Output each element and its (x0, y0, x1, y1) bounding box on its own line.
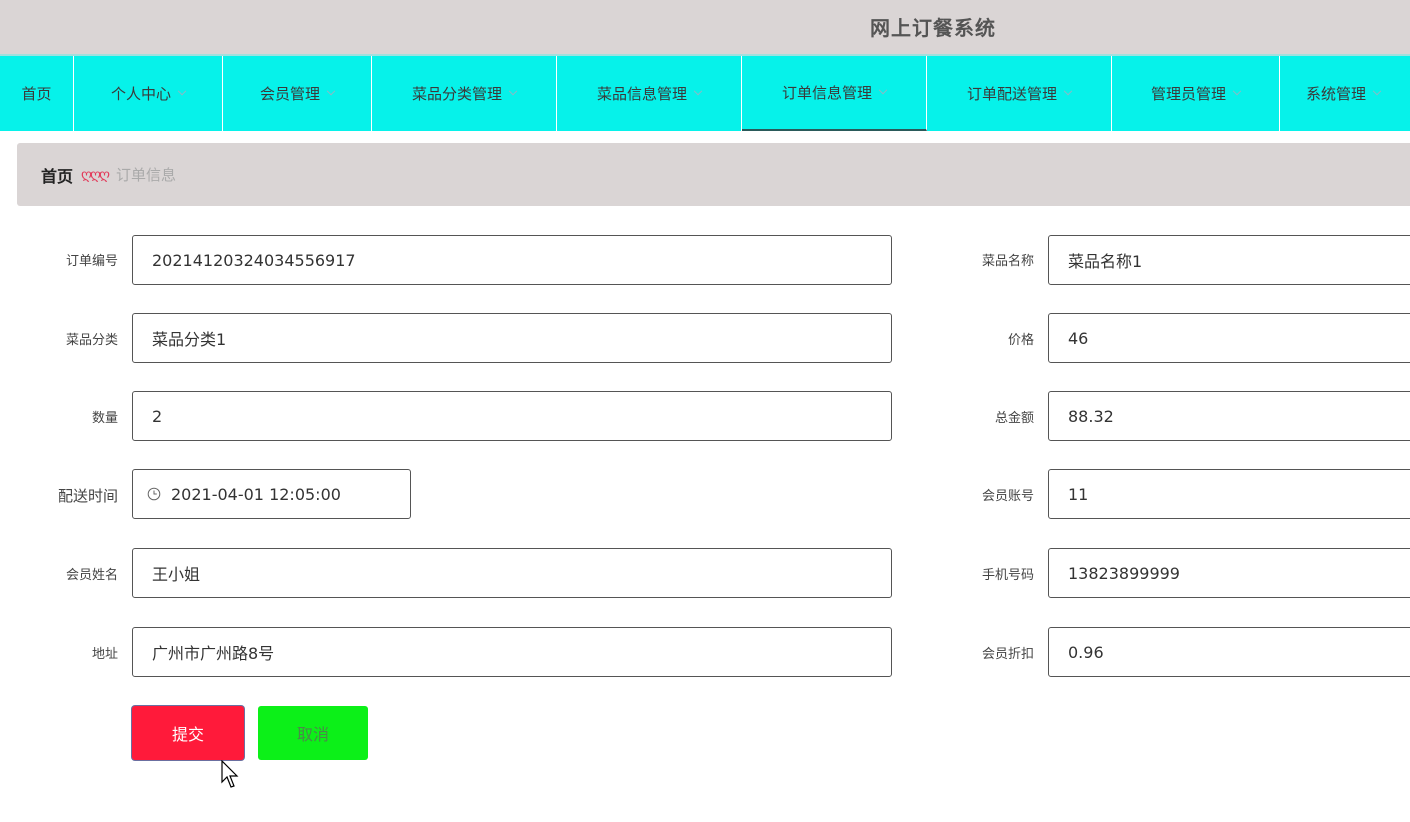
nav-item-order-delivery-management[interactable]: 订单配送管理 (927, 56, 1112, 131)
member-account-label: 会员账号 (981, 489, 1034, 504)
page-footer-area (0, 803, 1410, 822)
nav-item-label: 订单信息管理 (781, 84, 872, 102)
price-label: 价格 (1007, 333, 1034, 348)
dish-name-input[interactable] (1048, 235, 1410, 285)
nav-item-label: 管理员管理 (1150, 85, 1226, 103)
submit-button[interactable]: 提交 (132, 706, 244, 760)
phone-input[interactable] (1048, 548, 1410, 598)
chevron-down-icon (326, 86, 336, 95)
delivery-time-value: 2021-04-01 12:05:00 (171, 484, 341, 504)
breadcrumb: 首页 ღღღ 订单信息 (17, 143, 1410, 206)
nav-item-label: 菜品分类管理 (411, 85, 502, 103)
quantity-input[interactable] (132, 391, 892, 441)
member-discount-label: 会员折扣 (981, 647, 1034, 662)
chevron-down-icon (1372, 86, 1382, 95)
address-label: 地址 (91, 647, 118, 662)
title-bar: 网上订餐系统 (0, 0, 1410, 54)
chevron-down-icon (508, 86, 518, 95)
total-amount-input[interactable] (1048, 391, 1410, 441)
nav-item-personal-center[interactable]: 个人中心 (74, 56, 223, 131)
main-nav: 首页 个人中心 会员管理 菜品分类管理 菜品信息管理 订单信息管理 订单配送管理… (0, 54, 1410, 131)
dish-category-input[interactable] (132, 313, 892, 363)
nav-item-member-management[interactable]: 会员管理 (223, 56, 372, 131)
cancel-button[interactable]: 取消 (258, 706, 368, 760)
nav-item-label: 首页 (21, 85, 52, 103)
chevron-down-icon (1063, 86, 1073, 95)
dish-name-label: 菜品名称 (981, 254, 1034, 269)
address-input[interactable] (132, 627, 892, 677)
price-input[interactable] (1048, 313, 1410, 363)
breadcrumb-home[interactable]: 首页 (41, 163, 73, 187)
nav-item-home[interactable]: 首页 (0, 56, 74, 131)
nav-item-label: 菜品信息管理 (596, 85, 687, 103)
chevron-down-icon (878, 85, 888, 94)
member-discount-input[interactable] (1048, 627, 1410, 677)
member-name-label: 会员姓名 (65, 568, 118, 583)
nav-item-label: 系统管理 (1306, 85, 1367, 103)
delivery-time-picker[interactable]: 2021-04-01 12:05:00 (132, 469, 411, 519)
total-amount-label: 总金额 (994, 411, 1034, 426)
breadcrumb-separator-icon: ღღღ (81, 166, 110, 183)
mouse-cursor-icon (221, 760, 239, 788)
clock-icon (147, 487, 161, 501)
nav-item-dish-category-management[interactable]: 菜品分类管理 (372, 56, 557, 131)
member-account-input[interactable] (1048, 469, 1410, 519)
nav-item-label: 订单配送管理 (966, 85, 1057, 103)
nav-item-label: 会员管理 (259, 85, 320, 103)
chevron-down-icon (693, 86, 703, 95)
breadcrumb-current: 订单信息 (116, 166, 177, 184)
chevron-down-icon (177, 86, 187, 95)
nav-item-label: 个人中心 (110, 85, 171, 103)
quantity-label: 数量 (91, 411, 118, 426)
nav-item-order-info-management[interactable]: 订单信息管理 (742, 56, 927, 131)
order-no-label: 订单编号 (65, 254, 118, 269)
app-title: 网上订餐系统 (870, 16, 996, 40)
delivery-time-label: 配送时间 (57, 487, 118, 505)
order-no-input[interactable] (132, 235, 892, 285)
dish-category-label: 菜品分类 (65, 333, 118, 348)
nav-item-dish-info-management[interactable]: 菜品信息管理 (557, 56, 742, 131)
phone-label: 手机号码 (981, 568, 1034, 583)
nav-item-system-management[interactable]: 系统管理 (1280, 56, 1410, 131)
member-name-input[interactable] (132, 548, 892, 598)
chevron-down-icon (1232, 86, 1242, 95)
nav-item-admin-management[interactable]: 管理员管理 (1112, 56, 1280, 131)
